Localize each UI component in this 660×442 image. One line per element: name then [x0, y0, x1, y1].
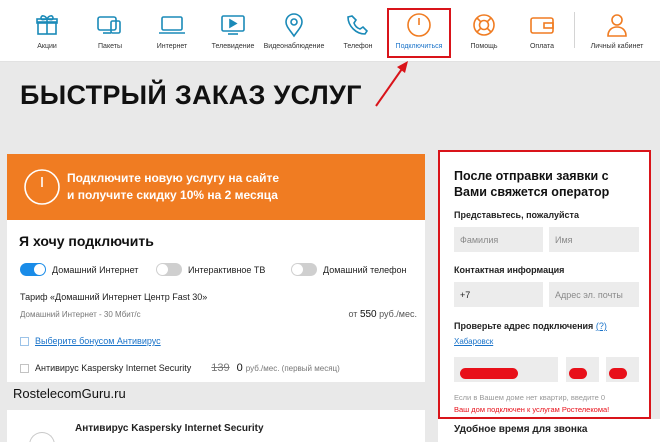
laptop-icon	[157, 10, 187, 40]
power-icon	[24, 169, 60, 205]
packages-icon	[95, 10, 125, 40]
apartment-input[interactable]	[606, 357, 639, 382]
toggle-home-phone[interactable]: Домашний телефон	[291, 263, 407, 276]
nav-item-video-surveillance[interactable]: Видеонаблюдение	[262, 0, 326, 62]
nav-label: Акции	[37, 43, 57, 50]
tariff-name: Тариф «Домашний Интернет Центр Fast 30»	[20, 292, 208, 302]
nav-item-promotions[interactable]: Акции	[24, 0, 70, 62]
street-input[interactable]	[454, 357, 558, 382]
nav-label: Видеонаблюдение	[263, 43, 325, 50]
nav-label: Личный кабинет	[590, 43, 644, 50]
house-input[interactable]	[566, 357, 599, 382]
wallet-icon	[527, 10, 557, 40]
toggle-label: Домашний телефон	[323, 264, 407, 275]
price-value: 550	[359, 309, 377, 320]
nav-label: Оплата	[529, 43, 555, 50]
redaction-mark	[460, 368, 518, 379]
phone-icon	[343, 10, 373, 40]
tv-icon	[218, 10, 248, 40]
top-navigation: Акции Пакеты Интернет Телевидение Видеон…	[0, 0, 660, 62]
antivirus-new-price: 0	[236, 362, 243, 374]
active-nav-highlight	[387, 8, 451, 58]
nav-label: Пакеты	[98, 43, 122, 50]
toggle-switch[interactable]	[291, 263, 317, 276]
name-input[interactable]	[549, 227, 639, 252]
lifebuoy-icon	[469, 10, 499, 40]
antivirus-old-price: 139	[211, 362, 230, 374]
toggle-interactive-tv[interactable]: Интерактивное ТВ	[156, 263, 265, 276]
shield-icon	[29, 432, 55, 442]
nav-label: Телевидение	[211, 43, 255, 50]
callback-time-heading: Удобное время для звонка	[454, 424, 588, 435]
toggle-home-internet[interactable]: Домашний Интернет	[20, 263, 138, 276]
nav-item-internet[interactable]: Интернет	[150, 0, 194, 62]
promo-line-2: и получите скидку 10% на 2 месяца	[67, 188, 278, 202]
nav-label: Интернет	[156, 43, 188, 50]
bonus-antivirus-link[interactable]: Выберите бонусом Антивирус	[20, 336, 161, 346]
nav-item-help[interactable]: Помощь	[462, 0, 506, 62]
antivirus-card-title: Антивирус Kaspersky Internet Security	[75, 423, 264, 434]
antivirus-option[interactable]: Антивирус Kaspersky Internet Security 13…	[20, 362, 340, 374]
antivirus-card: Антивирус Kaspersky Internet Security	[7, 410, 425, 442]
form-title: После отправки заявки с Вами свяжется оп…	[454, 169, 610, 199]
nav-item-packages[interactable]: Пакеты	[88, 0, 132, 62]
antivirus-name: Антивирус Kaspersky Internet Security	[35, 363, 192, 373]
email-input[interactable]	[549, 282, 639, 307]
nav-label: Телефон	[343, 43, 373, 50]
nav-label: Помощь	[470, 43, 498, 50]
order-heading: Я хочу подключить	[19, 233, 154, 249]
intro-label: Представьтесь, пожалуйста	[454, 210, 579, 220]
toggle-label: Домашний Интернет	[52, 264, 139, 275]
gift-icon	[32, 10, 62, 40]
nav-item-account[interactable]: Личный кабинет	[582, 0, 652, 62]
price-unit: руб./мес.	[379, 309, 417, 319]
surname-input[interactable]	[454, 227, 543, 252]
contact-label: Контактная информация	[454, 265, 565, 275]
redaction-mark	[569, 368, 587, 379]
watermark: RostelecomGuru.ru	[13, 386, 126, 401]
page-title: БЫСТРЫЙ ЗАКАЗ УСЛУГ	[20, 80, 362, 110]
nav-item-phone[interactable]: Телефон	[336, 0, 380, 62]
antivirus-checkbox[interactable]	[20, 363, 29, 373]
redaction-mark	[609, 368, 627, 379]
toggle-switch[interactable]	[156, 263, 182, 276]
nav-item-payment[interactable]: Оплата	[520, 0, 564, 62]
order-card: Я хочу подключить Домашний Интернет Инте…	[7, 220, 425, 382]
nav-divider	[574, 12, 575, 48]
callback-form: После отправки заявки с Вами свяжется оп…	[438, 150, 651, 419]
address-note: Если в Вашем доме нет квартир, введите 0	[454, 393, 606, 402]
address-help-link[interactable]: (?)	[596, 321, 607, 331]
address-status: Ваш дом подключен к услугам Ростелекома!	[454, 405, 610, 414]
promo-banner: Подключите новую услугу на сайте и получ…	[7, 154, 425, 220]
toggle-switch[interactable]	[20, 263, 46, 276]
tariff-price: от 550 руб./мес.	[348, 309, 417, 320]
annotation-arrow-icon	[375, 61, 408, 107]
address-label-text: Проверьте адрес подключения	[454, 321, 594, 331]
camera-pin-icon	[279, 10, 309, 40]
promo-text: Подключите новую услугу на сайте и получ…	[67, 170, 307, 204]
promo-line-1: Подключите новую услугу на сайте	[67, 171, 279, 185]
bonus-link-text[interactable]: Выберите бонусом Антивирус	[35, 336, 161, 346]
address-label: Проверьте адрес подключения (?)	[454, 321, 607, 331]
user-icon	[602, 10, 632, 40]
tariff-speed: Домашний Интернет - 30 Мбит/с	[20, 310, 141, 319]
callback-time-section: Удобное время для звонка	[438, 419, 660, 442]
bonus-checkbox[interactable]	[20, 336, 29, 346]
price-prefix: от	[348, 309, 358, 319]
nav-item-tv[interactable]: Телевидение	[208, 0, 258, 62]
toggle-label: Интерактивное ТВ	[188, 264, 266, 275]
antivirus-price-unit: руб./мес. (первый месяц)	[245, 363, 340, 373]
phone-input[interactable]	[454, 282, 543, 307]
city-link[interactable]: Хабаровск	[454, 337, 493, 346]
